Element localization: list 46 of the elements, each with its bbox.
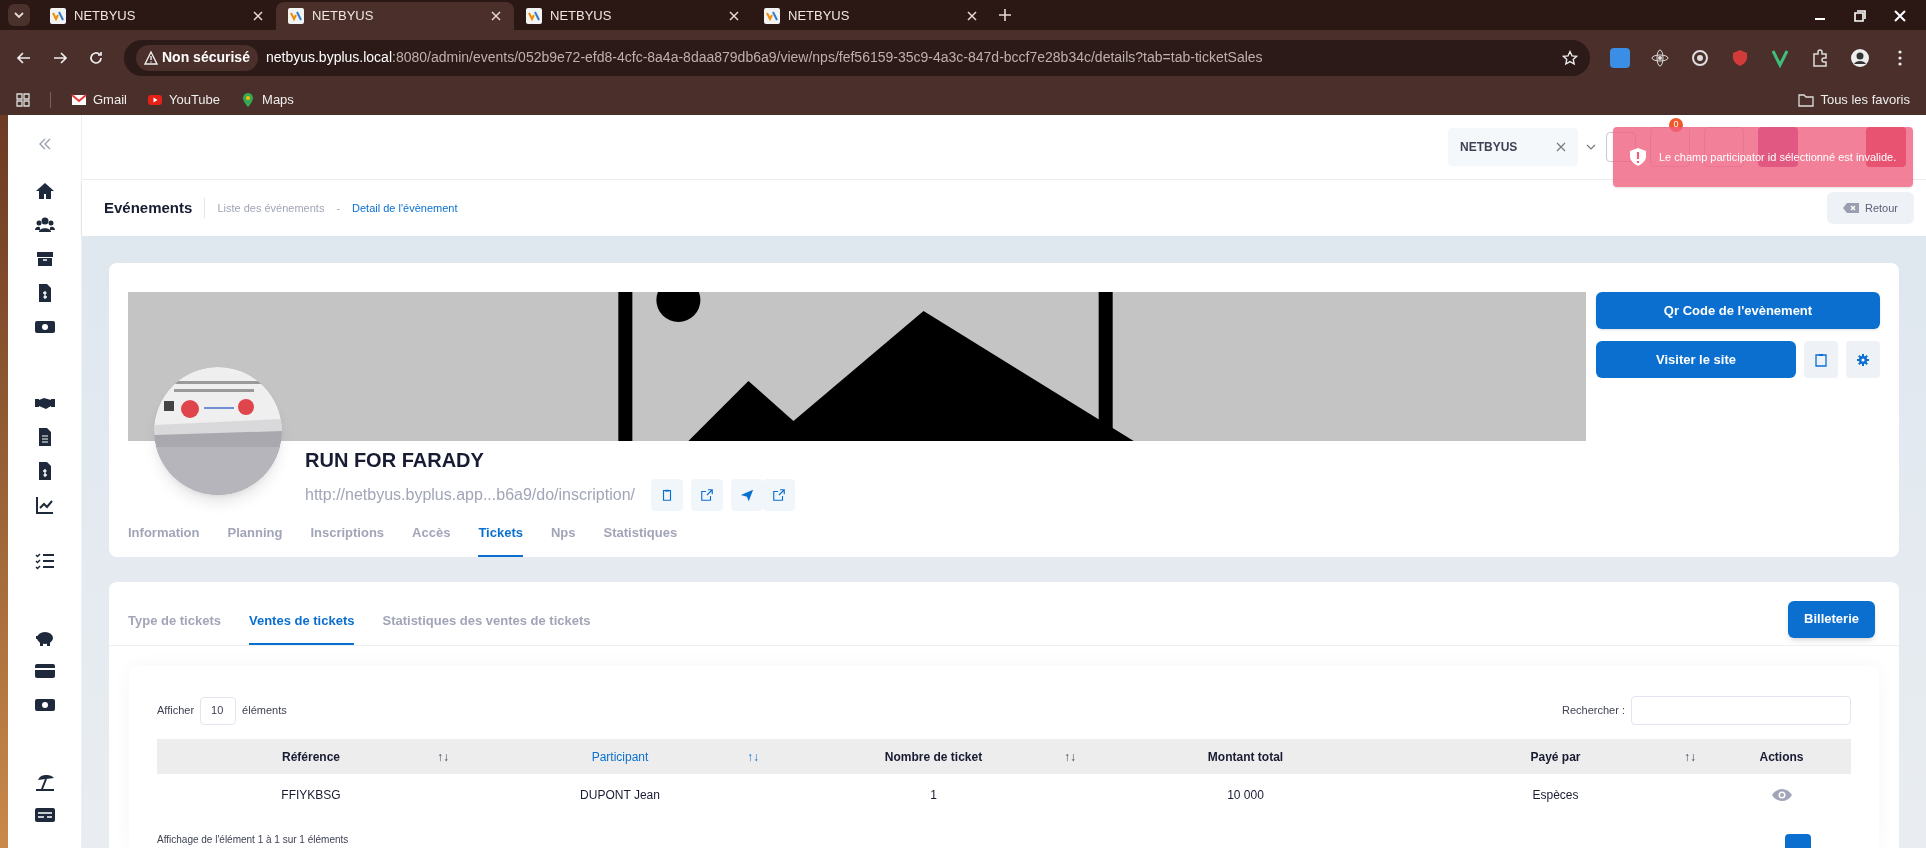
- show-label: Afficher: [157, 703, 195, 719]
- sort-indicator[interactable]: ↑↓: [1684, 747, 1696, 766]
- table-cell-text: Espèces: [1531, 787, 1580, 804]
- page-title: Evénements: [104, 197, 193, 218]
- column-header[interactable]: Participant ↑↓: [465, 739, 775, 774]
- breadcrumb-separator: -: [336, 200, 341, 216]
- bookmark[interactable]: Gmail: [71, 90, 127, 110]
- table-info: Affichage de l'élément 1 à 1 sur 1 éléments: [157, 834, 349, 846]
- search-label: Rechercher :: [1562, 703, 1625, 719]
- table-cell-text: FFIYKBSG: [280, 787, 342, 804]
- table-cell-text: 10 000: [1226, 787, 1265, 804]
- browser-tab[interactable]: NETBYUS: [276, 2, 514, 30]
- sort-indicator[interactable]: ↑↓: [1064, 747, 1076, 766]
- ticket-tab[interactable]: Ventes de tickets: [248, 610, 355, 645]
- url-text: netbyus.byplus.local:8080/admin/events/052b9e72-efd8-4cfc-8a4a-8daa879db6a9/view/nps/fef56159-35c9-4a3c-847d-bccf7e28b34c/details?tab=tab-ticketSales: [265, 48, 1263, 67]
- column-header[interactable]: Nombre de ticket ↑↓: [775, 739, 1092, 774]
- toast-message: Le champ participator id sélectionné est invalide.: [1659, 150, 1897, 165]
- all-bookmarks-link[interactable]: Tous les favoris: [1798, 90, 1910, 110]
- column-header[interactable]: Payé par ↑↓: [1399, 739, 1712, 774]
- tab-title: NETBYUS: [788, 7, 851, 26]
- back-button[interactable]: Retour: [1826, 192, 1914, 224]
- tab-title: NETBYUS: [312, 7, 375, 26]
- visit-site-button[interactable]: Visiter le site: [1596, 341, 1796, 378]
- bookmark[interactable]: Maps: [240, 90, 294, 110]
- show-suffix: éléments: [242, 703, 287, 719]
- sort-indicator[interactable]: ↑↓: [437, 747, 449, 766]
- event-title: RUN FOR FARADY: [305, 448, 485, 473]
- event-tab[interactable]: Tickets: [478, 519, 523, 557]
- tab-title: NETBYUS: [74, 7, 137, 26]
- table-cell-text: DUPONT Jean: [579, 787, 661, 804]
- column-header[interactable]: Actions: [1712, 739, 1851, 774]
- tab-title: NETBYUS: [550, 7, 613, 26]
- security-chip[interactable]: Non sécurisé: [136, 44, 258, 71]
- column-header[interactable]: Référence ↑↓: [157, 739, 465, 774]
- sort-indicator[interactable]: ↑↓: [747, 747, 759, 766]
- bookmark[interactable]: YouTube: [146, 90, 221, 110]
- breadcrumb-link[interactable]: Detail de l'évènement: [352, 199, 458, 217]
- browser-tab[interactable]: NETBYUS: [38, 2, 276, 30]
- browser-tab[interactable]: NETBYUS: [752, 2, 990, 30]
- page-size-select[interactable]: 10: [200, 696, 237, 725]
- column-header[interactable]: Montant total: [1092, 739, 1399, 774]
- address-bar[interactable]: Non sécurisé netbyus.byplus.local:8080/admin/events/052b9e72-efd8-4cfc-8a4a-8daa879db6a9/view/nps/fef56159-35c9-4a3c-847d-bccf7e28b34c/details?tab=tab-ticketSales: [124, 39, 1590, 76]
- table-cell-text: 1: [929, 787, 938, 804]
- qr-code-button[interactable]: Qr Code de l'evènement: [1596, 292, 1880, 329]
- ticketing-button[interactable]: Billeterie: [1788, 600, 1875, 638]
- browser-tab[interactable]: NETBYUS: [514, 2, 752, 30]
